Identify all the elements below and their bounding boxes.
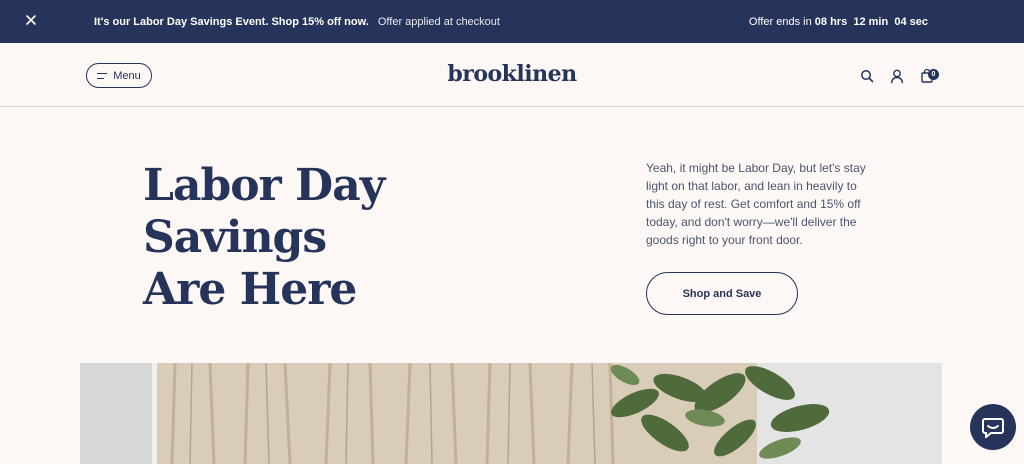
search-icon[interactable] — [859, 68, 875, 84]
promo-headline: It's our Labor Day Savings Event. Shop 1… — [94, 16, 369, 28]
hero-title-line2: Are Here — [143, 264, 357, 315]
promo-subtext: Offer applied at checkout — [377, 16, 500, 28]
timer-seconds-label: sec — [909, 16, 928, 28]
shop-and-save-button[interactable]: Shop and Save — [646, 272, 798, 315]
hero-image — [80, 363, 942, 464]
hero-title: Labor Day Savings Are Here — [143, 160, 563, 316]
timer-seconds: 04 — [894, 16, 907, 28]
promo-bar: It's our Labor Day Savings Event. Shop 1… — [0, 0, 1024, 43]
timer-prefix: Offer ends in — [748, 16, 812, 28]
account-icon[interactable] — [889, 68, 905, 84]
timer-hours: 08 — [814, 16, 828, 28]
close-icon[interactable] — [24, 13, 38, 27]
chat-button[interactable] — [970, 404, 1016, 450]
cart-count-badge: 0 — [928, 69, 939, 80]
promo-message: It's our Labor Day Savings Event. Shop 1… — [94, 16, 500, 28]
timer-minutes: 12 — [853, 16, 866, 28]
chat-bubble-icon — [982, 418, 1004, 438]
timer-minutes-label: min — [868, 16, 889, 28]
hero-body: Yeah, it might be Labor Day, but let's s… — [646, 161, 866, 247]
countdown-timer: Offer ends in 08 hrs 12 min 04 sec — [749, 16, 928, 28]
hero-photo — [80, 363, 942, 464]
hero-title-line1: Labor Day Savings — [143, 160, 385, 263]
site-header: Menu brooklinen — [0, 43, 1024, 107]
timer-hours-label: hrs — [830, 16, 848, 28]
